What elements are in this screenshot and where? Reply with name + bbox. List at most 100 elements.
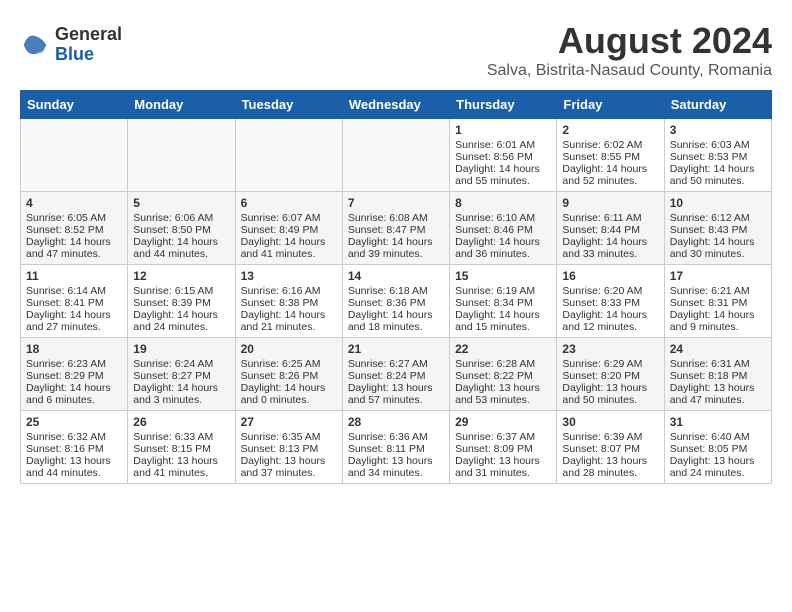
cell-content-line: Sunrise: 6:14 AM	[26, 285, 122, 297]
cell-content-line: Sunrise: 6:02 AM	[562, 139, 658, 151]
weekday-header: Wednesday	[342, 91, 449, 119]
cell-content-line: and 44 minutes.	[26, 467, 122, 479]
cell-content-line: Sunrise: 6:37 AM	[455, 431, 551, 443]
cell-content-line: Daylight: 13 hours	[455, 455, 551, 467]
cell-content-line: Sunset: 8:15 PM	[133, 443, 229, 455]
day-number: 2	[562, 123, 658, 137]
cell-content-line: Daylight: 14 hours	[241, 236, 337, 248]
cell-content-line: and 47 minutes.	[670, 394, 766, 406]
day-number: 14	[348, 269, 444, 283]
calendar-cell: 10Sunrise: 6:12 AMSunset: 8:43 PMDayligh…	[664, 192, 771, 265]
cell-content-line: Daylight: 13 hours	[348, 455, 444, 467]
calendar-week-row: 1Sunrise: 6:01 AMSunset: 8:56 PMDaylight…	[21, 119, 772, 192]
cell-content-line: Daylight: 14 hours	[26, 382, 122, 394]
calendar-cell: 26Sunrise: 6:33 AMSunset: 8:15 PMDayligh…	[128, 411, 235, 484]
cell-content-line: Daylight: 14 hours	[241, 382, 337, 394]
cell-content-line: Sunrise: 6:15 AM	[133, 285, 229, 297]
calendar-table: SundayMondayTuesdayWednesdayThursdayFrid…	[20, 90, 772, 484]
logo-general: General	[55, 25, 122, 45]
cell-content-line: Sunrise: 6:19 AM	[455, 285, 551, 297]
calendar-cell: 24Sunrise: 6:31 AMSunset: 8:18 PMDayligh…	[664, 338, 771, 411]
cell-content-line: Daylight: 14 hours	[26, 236, 122, 248]
cell-content-line: Sunset: 8:55 PM	[562, 151, 658, 163]
day-number: 15	[455, 269, 551, 283]
cell-content-line: Sunrise: 6:03 AM	[670, 139, 766, 151]
calendar-cell: 31Sunrise: 6:40 AMSunset: 8:05 PMDayligh…	[664, 411, 771, 484]
calendar-cell	[342, 119, 449, 192]
cell-content-line: Sunset: 8:52 PM	[26, 224, 122, 236]
calendar-cell: 19Sunrise: 6:24 AMSunset: 8:27 PMDayligh…	[128, 338, 235, 411]
cell-content-line: Sunset: 8:49 PM	[241, 224, 337, 236]
cell-content-line: and 47 minutes.	[26, 248, 122, 260]
cell-content-line: Sunrise: 6:39 AM	[562, 431, 658, 443]
weekday-header: Thursday	[450, 91, 557, 119]
cell-content-line: Sunrise: 6:01 AM	[455, 139, 551, 151]
calendar-cell: 4Sunrise: 6:05 AMSunset: 8:52 PMDaylight…	[21, 192, 128, 265]
cell-content-line: Sunrise: 6:21 AM	[670, 285, 766, 297]
weekday-header: Monday	[128, 91, 235, 119]
cell-content-line: Sunset: 8:16 PM	[26, 443, 122, 455]
cell-content-line: and 44 minutes.	[133, 248, 229, 260]
cell-content-line: Sunset: 8:56 PM	[455, 151, 551, 163]
cell-content-line: Sunset: 8:53 PM	[670, 151, 766, 163]
day-number: 30	[562, 415, 658, 429]
cell-content-line: Daylight: 13 hours	[455, 382, 551, 394]
logo-text: General Blue	[55, 25, 122, 65]
calendar-cell: 22Sunrise: 6:28 AMSunset: 8:22 PMDayligh…	[450, 338, 557, 411]
cell-content-line: and 39 minutes.	[348, 248, 444, 260]
cell-content-line: Sunrise: 6:18 AM	[348, 285, 444, 297]
cell-content-line: Sunrise: 6:07 AM	[241, 212, 337, 224]
cell-content-line: and 18 minutes.	[348, 321, 444, 333]
cell-content-line: Daylight: 14 hours	[348, 309, 444, 321]
cell-content-line: Sunset: 8:07 PM	[562, 443, 658, 455]
calendar-header-row: SundayMondayTuesdayWednesdayThursdayFrid…	[21, 91, 772, 119]
cell-content-line: and 9 minutes.	[670, 321, 766, 333]
cell-content-line: Sunset: 8:33 PM	[562, 297, 658, 309]
cell-content-line: Sunrise: 6:05 AM	[26, 212, 122, 224]
cell-content-line: and 36 minutes.	[455, 248, 551, 260]
cell-content-line: Sunset: 8:43 PM	[670, 224, 766, 236]
weekday-header: Sunday	[21, 91, 128, 119]
cell-content-line: Sunrise: 6:12 AM	[670, 212, 766, 224]
day-number: 31	[670, 415, 766, 429]
cell-content-line: Sunset: 8:11 PM	[348, 443, 444, 455]
cell-content-line: Sunrise: 6:11 AM	[562, 212, 658, 224]
cell-content-line: Sunset: 8:47 PM	[348, 224, 444, 236]
cell-content-line: Sunset: 8:36 PM	[348, 297, 444, 309]
cell-content-line: Daylight: 14 hours	[670, 236, 766, 248]
calendar-cell: 25Sunrise: 6:32 AMSunset: 8:16 PMDayligh…	[21, 411, 128, 484]
cell-content-line: Sunrise: 6:10 AM	[455, 212, 551, 224]
cell-content-line: and 34 minutes.	[348, 467, 444, 479]
day-number: 27	[241, 415, 337, 429]
cell-content-line: Daylight: 13 hours	[26, 455, 122, 467]
cell-content-line: Sunrise: 6:06 AM	[133, 212, 229, 224]
month-year-title: August 2024	[487, 20, 772, 62]
day-number: 16	[562, 269, 658, 283]
cell-content-line: and 52 minutes.	[562, 175, 658, 187]
calendar-cell: 16Sunrise: 6:20 AMSunset: 8:33 PMDayligh…	[557, 265, 664, 338]
cell-content-line: and 37 minutes.	[241, 467, 337, 479]
calendar-week-row: 25Sunrise: 6:32 AMSunset: 8:16 PMDayligh…	[21, 411, 772, 484]
cell-content-line: Sunrise: 6:31 AM	[670, 358, 766, 370]
cell-content-line: Sunset: 8:44 PM	[562, 224, 658, 236]
day-number: 8	[455, 196, 551, 210]
calendar-cell: 28Sunrise: 6:36 AMSunset: 8:11 PMDayligh…	[342, 411, 449, 484]
cell-content-line: and 28 minutes.	[562, 467, 658, 479]
cell-content-line: Sunrise: 6:40 AM	[670, 431, 766, 443]
weekday-header: Tuesday	[235, 91, 342, 119]
calendar-week-row: 18Sunrise: 6:23 AMSunset: 8:29 PMDayligh…	[21, 338, 772, 411]
day-number: 19	[133, 342, 229, 356]
cell-content-line: and 6 minutes.	[26, 394, 122, 406]
day-number: 7	[348, 196, 444, 210]
day-number: 13	[241, 269, 337, 283]
day-number: 18	[26, 342, 122, 356]
cell-content-line: and 24 minutes.	[670, 467, 766, 479]
cell-content-line: Sunset: 8:18 PM	[670, 370, 766, 382]
cell-content-line: Sunset: 8:09 PM	[455, 443, 551, 455]
cell-content-line: Sunrise: 6:32 AM	[26, 431, 122, 443]
cell-content-line: and 30 minutes.	[670, 248, 766, 260]
calendar-week-row: 11Sunrise: 6:14 AMSunset: 8:41 PMDayligh…	[21, 265, 772, 338]
cell-content-line: Daylight: 14 hours	[562, 236, 658, 248]
day-number: 5	[133, 196, 229, 210]
cell-content-line: Daylight: 14 hours	[455, 236, 551, 248]
